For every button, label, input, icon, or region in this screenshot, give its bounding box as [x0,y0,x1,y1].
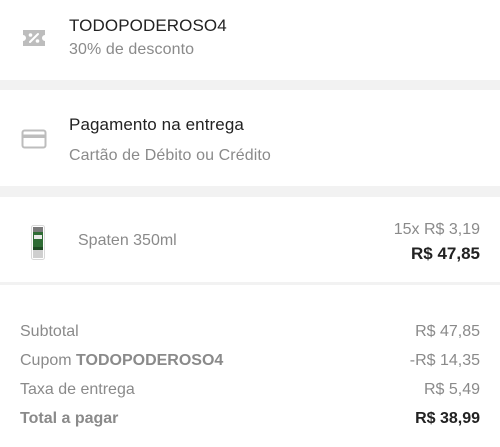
coupon-description: 30% de desconto [69,41,195,58]
divider [0,186,500,197]
delivery-fee-label: Taxa de entrega [20,381,135,398]
payment-method: Cartão de Débito ou Crédito [69,147,271,164]
total-value: R$ 38,99 [415,410,480,427]
product-name: Spaten 350ml [78,232,177,249]
product-image [31,225,45,260]
coupon-label-code: TODOPODEROSO4 [76,352,224,369]
cart-item[interactable] [0,197,500,282]
subtotal-value: R$ 47,85 [415,323,480,340]
summary-delivery-row: Taxa de entrega R$ 5,49 [20,381,480,403]
subtotal-label: Subtotal [20,323,79,340]
product-line-total: R$ 47,85 [411,244,480,263]
credit-card-icon [20,125,48,153]
summary-total-row: Total a pagar R$ 38,99 [20,410,480,432]
coupon-label-prefix: Cupom [20,352,72,369]
coupon-discount-label: Cupom TODOPODEROSO4 [20,352,223,370]
delivery-fee-value: R$ 5,49 [423,381,480,398]
coupon-code: TODOPODEROSO4 [69,16,227,35]
divider [0,80,500,90]
summary-coupon-row: Cupom TODOPODEROSO4 -R$ 14,35 [20,352,480,374]
coupon-percent-icon [20,24,48,52]
payment-section[interactable]: Pagamento na entrega Cartão de Débito ou… [0,90,500,186]
coupon-section[interactable]: TODOPODEROSO4 30% de desconto [0,0,500,80]
payment-title: Pagamento na entrega [69,115,244,134]
total-label: Total a pagar [20,410,119,427]
summary-subtotal-row: Subtotal R$ 47,85 [20,323,480,345]
coupon-discount-value: -R$ 14,35 [409,352,480,369]
product-unit-price: 15x R$ 3,19 [393,221,480,238]
